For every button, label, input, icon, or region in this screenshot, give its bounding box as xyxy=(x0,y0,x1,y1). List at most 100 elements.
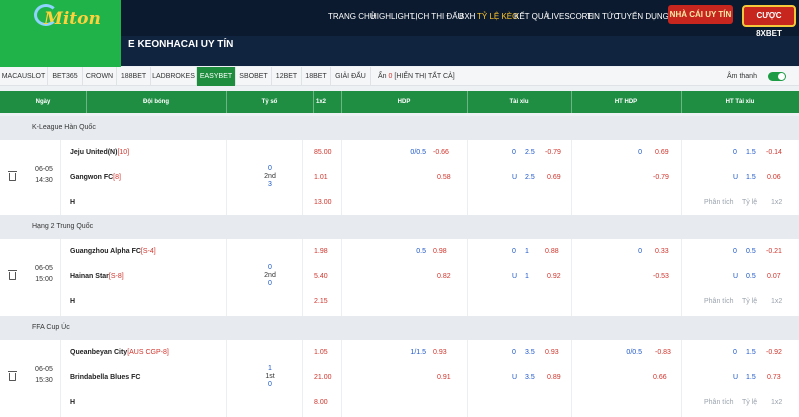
league-name: FFA Cup Úc xyxy=(32,324,70,331)
trash-icon[interactable] xyxy=(8,171,17,181)
nav-news[interactable]: TIN TỨC xyxy=(587,12,619,21)
away-team[interactable]: Hainan Star[S-8] xyxy=(70,273,124,280)
ou-under-odds[interactable]: 0.92 xyxy=(547,273,561,280)
home-team[interactable]: Guangzhou Alpha FC[S-4] xyxy=(70,248,156,255)
show-all-link[interactable]: [HIỂN THỊ TẤT CẢ] xyxy=(394,73,454,80)
ht-hdp-home-odds[interactable]: -0.83 xyxy=(655,349,671,356)
tab-sbobet[interactable]: SBOBET xyxy=(236,67,272,86)
nav-careers[interactable]: TUYỂN DỤNG xyxy=(616,12,669,21)
ht-hdp-away-odds[interactable]: -0.79 xyxy=(653,174,669,181)
ht-hdp-away-odds[interactable]: -0.53 xyxy=(653,273,669,280)
away-team[interactable]: Gangwon FC[8] xyxy=(70,174,121,181)
ou-under-odds[interactable]: 0.89 xyxy=(547,374,561,381)
league-header[interactable]: K-League Hàn Quốc xyxy=(0,116,799,140)
tab-12bet[interactable]: 12BET xyxy=(272,67,302,86)
odds-link[interactable]: Tỷ lệ xyxy=(742,399,757,406)
hdp-home-odds[interactable]: 0.98 xyxy=(433,248,447,255)
hdp-line: 0.5 xyxy=(416,248,426,255)
home-team-name: Queanbeyan City xyxy=(70,349,128,356)
trusted-bookmaker-button[interactable]: NHÀ CÁI UY TÍN xyxy=(668,5,733,24)
ht-ou-under-odds[interactable]: 0.73 xyxy=(767,374,781,381)
tab-18bet[interactable]: 18BET xyxy=(302,67,331,86)
match-row: 06-05 14:30 Jeju United(N)[10] Gangwon F… xyxy=(0,140,799,218)
odds-1x2-away[interactable]: 5.40 xyxy=(314,273,328,280)
hdp-away-odds[interactable]: 0.58 xyxy=(437,174,451,181)
tab-188bet[interactable]: 188BET xyxy=(117,67,151,86)
sound-toggle[interactable] xyxy=(768,72,786,81)
nav-standings[interactable]: BXH xyxy=(459,12,475,21)
odds-1x2-away[interactable]: 21.00 xyxy=(314,374,332,381)
odds-1x2-draw[interactable]: 2.15 xyxy=(314,298,328,305)
x12-link[interactable]: 1x2 xyxy=(771,399,782,406)
site-logo[interactable]: Miton xyxy=(0,0,121,68)
score-home: 1 xyxy=(268,365,272,372)
away-team-rank: [S-8] xyxy=(108,273,124,280)
ht-ou-over-odds[interactable]: -0.14 xyxy=(766,149,782,156)
x12-link[interactable]: 1x2 xyxy=(771,199,782,206)
draw-label: H xyxy=(70,298,76,305)
odds-1x2-home[interactable]: 85.00 xyxy=(314,149,332,156)
ht-ou-under-odds[interactable]: 0.07 xyxy=(767,273,781,280)
hidden-count: 0 xyxy=(388,73,393,80)
home-team[interactable]: Jeju United(N)[10] xyxy=(70,149,129,156)
ou-over-odds[interactable]: -0.79 xyxy=(545,149,561,156)
ou-line: 3.5 xyxy=(525,349,535,356)
odds-1x2-home[interactable]: 1.05 xyxy=(314,349,328,356)
ht-hdp-home-odds[interactable]: 0.33 xyxy=(655,248,669,255)
ou-over-label: 0 xyxy=(512,149,516,156)
tab-macauslot[interactable]: MACAUSLOT xyxy=(0,67,48,86)
ht-hdp-away-odds[interactable]: 0.66 xyxy=(653,374,667,381)
odds-link[interactable]: Tỷ lệ xyxy=(742,199,757,206)
score-status: 2nd xyxy=(264,272,276,279)
tab-ladbrokes[interactable]: LADBROKES xyxy=(151,67,197,86)
ht-ou-under-odds[interactable]: 0.06 xyxy=(767,174,781,181)
odds-1x2-draw[interactable]: 8.00 xyxy=(314,399,328,406)
nav-livescore[interactable]: LIVESCORE xyxy=(547,12,593,21)
ou-under-odds[interactable]: 0.69 xyxy=(547,174,561,181)
nav-results[interactable]: KẾT QUẢ xyxy=(514,12,549,21)
ou-under-label: U xyxy=(512,273,518,280)
hdp-away-odds[interactable]: 0.82 xyxy=(437,273,451,280)
x12-link[interactable]: 1x2 xyxy=(771,298,782,305)
league-header[interactable]: Hạng 2 Trung Quốc xyxy=(0,215,799,239)
bet-8xbet-button[interactable]: CƯỢC 8XBET xyxy=(742,5,796,38)
hdp-line: 0/0.5 xyxy=(410,149,426,156)
nav-odds[interactable]: TỶ LỆ KÈO xyxy=(477,12,518,21)
odds-1x2-home[interactable]: 1.98 xyxy=(314,248,328,255)
tab-easybet[interactable]: EASYBET xyxy=(197,67,236,86)
ht-ou-over-odds[interactable]: -0.92 xyxy=(766,349,782,356)
hdp-away-odds[interactable]: 0.91 xyxy=(437,374,451,381)
score-home: 0 xyxy=(268,264,272,271)
league-header[interactable]: FFA Cup Úc xyxy=(0,316,799,340)
ht-ou-line: 0.5 xyxy=(746,248,756,255)
tab-leagues[interactable]: GIẢI ĐẤU xyxy=(331,67,371,86)
score-status: 1st xyxy=(265,373,275,380)
hdp-home-odds[interactable]: 0.93 xyxy=(433,349,447,356)
ht-ou-under-label: U xyxy=(733,374,739,381)
home-team[interactable]: Queanbeyan City[AUS CGP-8] xyxy=(70,349,169,356)
odds-1x2-draw[interactable]: 13.00 xyxy=(314,199,332,206)
hidden-matches[interactable]: Ẩn 0 [HIỂN THỊ TẤT CẢ] xyxy=(378,67,455,86)
ou-over-odds[interactable]: 0.93 xyxy=(545,349,559,356)
tab-crown[interactable]: CROWN xyxy=(83,67,117,86)
match-time: 14:30 xyxy=(35,177,53,184)
nav-schedule[interactable]: LỊCH THI ĐẤU xyxy=(411,12,463,21)
analysis-link[interactable]: Phân tích xyxy=(704,298,734,305)
ou-over-odds[interactable]: 0.88 xyxy=(545,248,559,255)
analysis-link[interactable]: Phân tích xyxy=(704,399,734,406)
trash-icon[interactable] xyxy=(8,371,17,381)
trash-icon[interactable] xyxy=(8,270,17,280)
away-team[interactable]: Brindabella Blues FC xyxy=(70,374,140,381)
analysis-link[interactable]: Phân tích xyxy=(704,199,734,206)
ht-ou-over-odds[interactable]: -0.21 xyxy=(766,248,782,255)
odds-table-header: Ngày Đội bóng Tỷ số 1x2 HDP Tài xỉu HT H… xyxy=(0,91,799,113)
ou-under-label: U xyxy=(512,374,518,381)
odds-1x2-away[interactable]: 1.01 xyxy=(314,174,328,181)
home-team-rank: [10] xyxy=(117,149,130,156)
nav-home[interactable]: TRANG CHỦ xyxy=(328,12,376,21)
odds-link[interactable]: Tỷ lệ xyxy=(742,298,757,305)
tab-bet365[interactable]: BET365 xyxy=(48,67,83,86)
nav-highlight[interactable]: HIGHLIGHT xyxy=(371,12,415,21)
ht-hdp-home-odds[interactable]: 0.69 xyxy=(655,149,669,156)
hdp-home-odds[interactable]: -0.66 xyxy=(433,149,449,156)
